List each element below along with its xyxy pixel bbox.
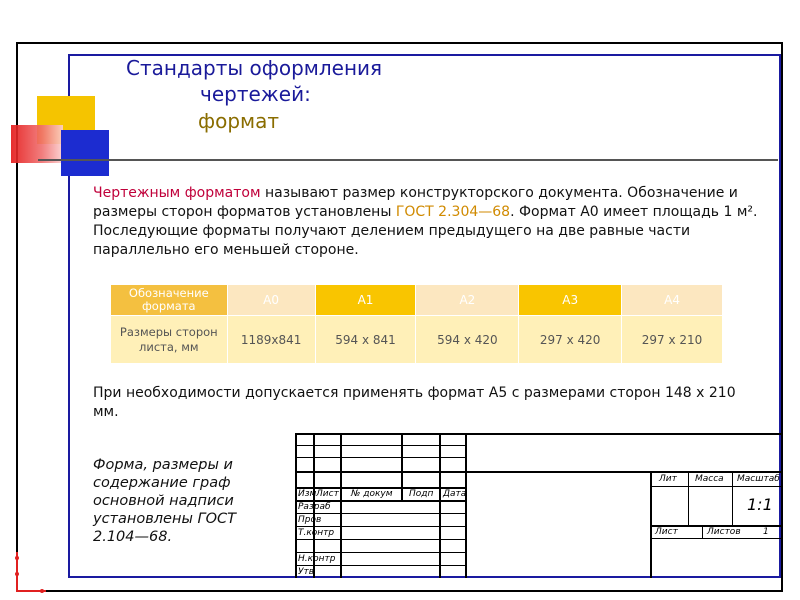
- stamp-tkontr-label: Т.контр: [298, 528, 335, 538]
- stamp-listov-value: 1: [763, 527, 769, 537]
- gost-reference: ГОСТ 2.304—68: [395, 204, 511, 220]
- stamp-listov-label: Листов: [707, 527, 741, 537]
- table-header-row: Обозначение формата А0 А1 А2 А3 А4: [110, 284, 723, 316]
- header-label-cell: Обозначение формата: [110, 284, 228, 316]
- stamp-prov-label: Пров: [298, 515, 322, 525]
- size-cell-a3: 297 x 420: [518, 315, 623, 364]
- format-cell-a0: А0: [226, 284, 316, 316]
- stamp-scale-value: 1:1: [747, 495, 773, 514]
- corner-marker-dot: [15, 556, 19, 560]
- intro-paragraph: Чертежным форматом называют размер конст…: [93, 184, 765, 260]
- format-cell-a4: А4: [621, 284, 723, 316]
- corner-marker-dot: [15, 572, 19, 576]
- formats-table: Обозначение формата А0 А1 А2 А3 А4 Разме…: [110, 284, 723, 364]
- size-cell-a4: 297 x 210: [621, 315, 723, 364]
- stamp-masshtab-label: Масштаб: [737, 474, 780, 484]
- row-label-cell: Размеры сторон листа, мм: [110, 315, 228, 364]
- title-underline: [38, 159, 778, 161]
- a5-paragraph: При необходимости допускается применять …: [93, 385, 736, 420]
- format-cell-a2: А2: [415, 284, 520, 316]
- decor-blue-square: [61, 130, 109, 176]
- stamp-podp-label: Подп: [409, 489, 434, 499]
- stamp-note: Форма, размеры и содержание граф основно…: [93, 457, 236, 545]
- format-cell-a3: А3: [518, 284, 623, 316]
- stamp-razrab-label: Разраб: [298, 502, 331, 512]
- stamp-utv-label: Утв: [298, 567, 315, 577]
- page-title-line3: формат: [198, 109, 280, 133]
- stamp-nkontr-label: Н.контр: [298, 554, 336, 564]
- stamp-doc-label: № докум: [351, 489, 393, 499]
- decor-red-square: [11, 125, 63, 163]
- stamp-lit-label: Лит: [659, 474, 677, 484]
- title-block-stamp: Изм Лист № докум Подп Дата Разраб Пров Т…: [295, 433, 781, 578]
- stamp-list2-label: Лист: [655, 527, 678, 537]
- size-cell-a0: 1189x841: [226, 315, 316, 364]
- size-cell-a2: 594 x 420: [415, 315, 520, 364]
- page-title-line1: Стандарты оформления: [126, 56, 383, 80]
- stamp-izm-label: Изм: [298, 489, 317, 499]
- stamp-list-label: Лист: [316, 489, 339, 499]
- corner-marker-dot: [40, 589, 44, 593]
- stamp-massa-label: Масса: [695, 474, 724, 484]
- term-highlight: Чертежным форматом: [93, 185, 261, 201]
- format-cell-a1: А1: [314, 284, 417, 316]
- table-row: Размеры сторон листа, мм 1189x841 594 x …: [110, 315, 723, 364]
- size-cell-a1: 594 x 841: [314, 315, 417, 364]
- stamp-data-label: Дата: [443, 489, 467, 499]
- page-title-line2: чертежей:: [200, 82, 311, 106]
